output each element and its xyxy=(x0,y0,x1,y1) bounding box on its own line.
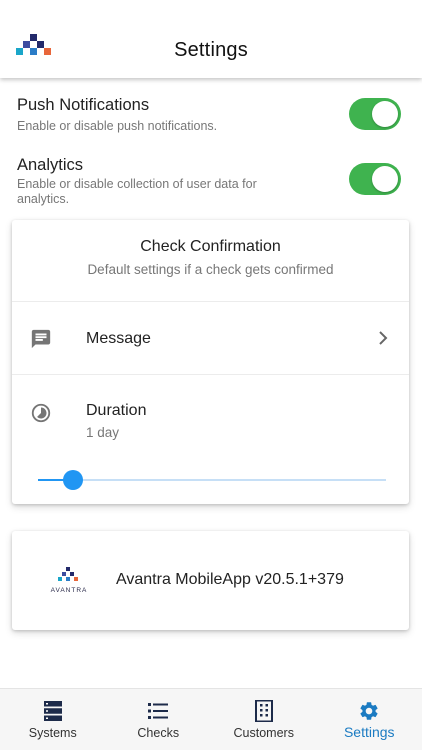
message-label: Message xyxy=(86,330,151,347)
message-row[interactable]: Message xyxy=(12,302,409,375)
chevron-right-icon xyxy=(379,331,388,345)
nav-label-systems: Systems xyxy=(28,726,77,740)
duration-slider[interactable] xyxy=(38,470,386,490)
analytics-description: Enable or disable collection of user dat… xyxy=(17,177,257,206)
toggle-knob xyxy=(372,166,398,192)
about-card: AVANTRA Avantra MobileApp v20.5.1+379 xyxy=(12,531,409,630)
analytics-setting: Analytics Enable or disable collection o… xyxy=(17,156,407,206)
server-icon xyxy=(43,701,62,721)
check-confirmation-card: Check Confirmation Default settings if a… xyxy=(12,220,409,504)
avantra-logo-icon xyxy=(58,567,78,581)
nav-item-systems[interactable]: Systems xyxy=(0,689,106,750)
nav-item-settings[interactable]: Settings xyxy=(317,689,422,750)
page-title: Settings xyxy=(174,39,248,61)
duration-label: Duration xyxy=(86,402,147,419)
avantra-logo-text: AVANTRA xyxy=(50,587,88,594)
nav-label-customers: Customers xyxy=(233,726,294,740)
card-title: Check Confirmation xyxy=(140,238,281,255)
nav-label-checks: Checks xyxy=(137,726,180,740)
gear-icon xyxy=(360,702,378,720)
list-icon xyxy=(148,703,169,719)
toggle-knob xyxy=(372,101,398,127)
duration-value: 1 day xyxy=(86,425,120,440)
duration-row: Duration 1 day xyxy=(12,375,409,506)
nav-label-settings: Settings xyxy=(343,724,395,740)
push-notifications-setting: Push Notifications Enable or disable pus… xyxy=(17,96,407,138)
timelapse-icon xyxy=(31,403,51,423)
card-subtitle: Default settings if a check gets confirm… xyxy=(87,262,334,277)
analytics-toggle[interactable] xyxy=(349,163,401,195)
slider-thumb[interactable] xyxy=(62,470,83,490)
message-icon xyxy=(31,329,51,349)
push-notifications-description: Enable or disable push notifications. xyxy=(17,119,218,133)
card-header: Check Confirmation Default settings if a… xyxy=(12,220,409,302)
app-version: Avantra MobileApp v20.5.1+379 xyxy=(116,571,344,588)
avantra-logo: AVANTRA xyxy=(44,565,94,595)
building-icon xyxy=(254,700,273,722)
nav-item-customers[interactable]: Customers xyxy=(211,689,317,750)
analytics-title: Analytics xyxy=(17,156,84,174)
bottom-navigation: Systems Checks Customers Settings xyxy=(0,688,422,750)
push-notifications-toggle[interactable] xyxy=(349,98,401,130)
app-header: Settings xyxy=(0,0,422,78)
nav-item-checks[interactable]: Checks xyxy=(106,689,212,750)
